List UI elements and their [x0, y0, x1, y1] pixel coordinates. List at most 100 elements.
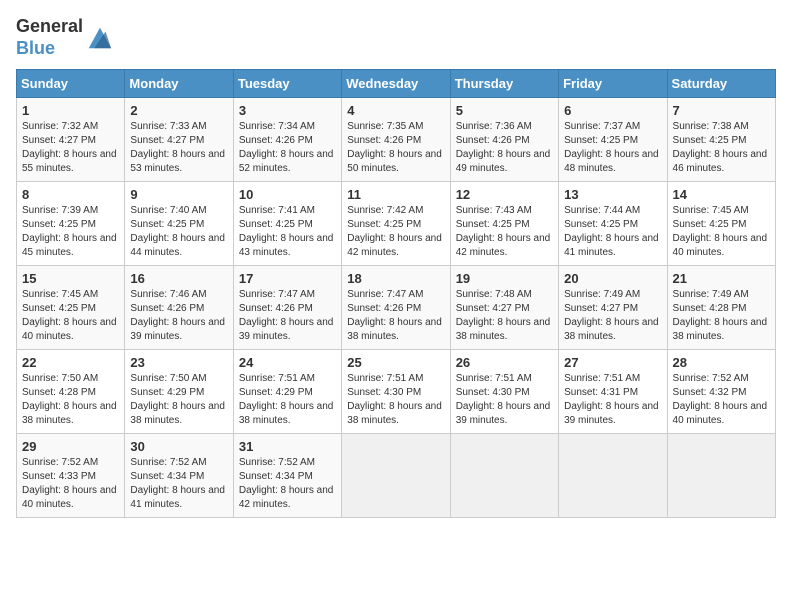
day-info: Sunrise: 7:48 AM Sunset: 4:27 PM Dayligh… [456, 288, 553, 344]
calendar-cell: 15 Sunrise: 7:45 AM Sunset: 4:25 PM Dayl… [17, 266, 125, 350]
calendar-week-row: 8 Sunrise: 7:39 AM Sunset: 4:25 PM Dayli… [17, 182, 776, 266]
calendar-cell: 24 Sunrise: 7:51 AM Sunset: 4:29 PM Dayl… [233, 350, 341, 434]
day-header-monday: Monday [125, 70, 233, 98]
calendar-cell: 20 Sunrise: 7:49 AM Sunset: 4:27 PM Dayl… [559, 266, 667, 350]
calendar-cell: 12 Sunrise: 7:43 AM Sunset: 4:25 PM Dayl… [450, 182, 558, 266]
day-number: 22 [22, 355, 119, 370]
day-info: Sunrise: 7:37 AM Sunset: 4:25 PM Dayligh… [564, 120, 661, 176]
day-info: Sunrise: 7:36 AM Sunset: 4:26 PM Dayligh… [456, 120, 553, 176]
day-info: Sunrise: 7:50 AM Sunset: 4:29 PM Dayligh… [130, 372, 227, 428]
day-header-friday: Friday [559, 70, 667, 98]
day-info: Sunrise: 7:52 AM Sunset: 4:32 PM Dayligh… [673, 372, 770, 428]
day-number: 31 [239, 439, 336, 454]
day-number: 23 [130, 355, 227, 370]
day-number: 8 [22, 187, 119, 202]
calendar-week-row: 22 Sunrise: 7:50 AM Sunset: 4:28 PM Dayl… [17, 350, 776, 434]
calendar-cell: 1 Sunrise: 7:32 AM Sunset: 4:27 PM Dayli… [17, 98, 125, 182]
day-header-saturday: Saturday [667, 70, 775, 98]
day-info: Sunrise: 7:35 AM Sunset: 4:26 PM Dayligh… [347, 120, 444, 176]
calendar-cell: 7 Sunrise: 7:38 AM Sunset: 4:25 PM Dayli… [667, 98, 775, 182]
day-info: Sunrise: 7:34 AM Sunset: 4:26 PM Dayligh… [239, 120, 336, 176]
day-info: Sunrise: 7:45 AM Sunset: 4:25 PM Dayligh… [673, 204, 770, 260]
day-number: 29 [22, 439, 119, 454]
day-info: Sunrise: 7:52 AM Sunset: 4:34 PM Dayligh… [130, 456, 227, 512]
day-header-sunday: Sunday [17, 70, 125, 98]
calendar-cell: 11 Sunrise: 7:42 AM Sunset: 4:25 PM Dayl… [342, 182, 450, 266]
day-info: Sunrise: 7:51 AM Sunset: 4:30 PM Dayligh… [347, 372, 444, 428]
day-number: 17 [239, 271, 336, 286]
day-number: 9 [130, 187, 227, 202]
day-number: 19 [456, 271, 553, 286]
calendar-cell: 28 Sunrise: 7:52 AM Sunset: 4:32 PM Dayl… [667, 350, 775, 434]
logo-icon [85, 24, 113, 52]
calendar-week-row: 15 Sunrise: 7:45 AM Sunset: 4:25 PM Dayl… [17, 266, 776, 350]
calendar-cell: 23 Sunrise: 7:50 AM Sunset: 4:29 PM Dayl… [125, 350, 233, 434]
day-info: Sunrise: 7:51 AM Sunset: 4:30 PM Dayligh… [456, 372, 553, 428]
calendar-cell: 16 Sunrise: 7:46 AM Sunset: 4:26 PM Dayl… [125, 266, 233, 350]
calendar-cell: 5 Sunrise: 7:36 AM Sunset: 4:26 PM Dayli… [450, 98, 558, 182]
day-number: 13 [564, 187, 661, 202]
day-number: 18 [347, 271, 444, 286]
calendar-cell: 6 Sunrise: 7:37 AM Sunset: 4:25 PM Dayli… [559, 98, 667, 182]
day-info: Sunrise: 7:39 AM Sunset: 4:25 PM Dayligh… [22, 204, 119, 260]
calendar-cell [667, 434, 775, 518]
day-number: 11 [347, 187, 444, 202]
day-info: Sunrise: 7:51 AM Sunset: 4:31 PM Dayligh… [564, 372, 661, 428]
day-info: Sunrise: 7:38 AM Sunset: 4:25 PM Dayligh… [673, 120, 770, 176]
calendar-cell: 4 Sunrise: 7:35 AM Sunset: 4:26 PM Dayli… [342, 98, 450, 182]
day-info: Sunrise: 7:40 AM Sunset: 4:25 PM Dayligh… [130, 204, 227, 260]
calendar-header-row: SundayMondayTuesdayWednesdayThursdayFrid… [17, 70, 776, 98]
day-info: Sunrise: 7:49 AM Sunset: 4:28 PM Dayligh… [673, 288, 770, 344]
day-number: 2 [130, 103, 227, 118]
day-number: 5 [456, 103, 553, 118]
day-number: 20 [564, 271, 661, 286]
day-number: 14 [673, 187, 770, 202]
day-number: 10 [239, 187, 336, 202]
calendar-table: SundayMondayTuesdayWednesdayThursdayFrid… [16, 69, 776, 518]
day-number: 6 [564, 103, 661, 118]
calendar-cell: 19 Sunrise: 7:48 AM Sunset: 4:27 PM Dayl… [450, 266, 558, 350]
calendar-cell [342, 434, 450, 518]
day-info: Sunrise: 7:45 AM Sunset: 4:25 PM Dayligh… [22, 288, 119, 344]
calendar-cell: 21 Sunrise: 7:49 AM Sunset: 4:28 PM Dayl… [667, 266, 775, 350]
calendar-cell: 30 Sunrise: 7:52 AM Sunset: 4:34 PM Dayl… [125, 434, 233, 518]
day-info: Sunrise: 7:44 AM Sunset: 4:25 PM Dayligh… [564, 204, 661, 260]
calendar-cell [559, 434, 667, 518]
day-header-thursday: Thursday [450, 70, 558, 98]
calendar-cell: 13 Sunrise: 7:44 AM Sunset: 4:25 PM Dayl… [559, 182, 667, 266]
day-number: 21 [673, 271, 770, 286]
day-number: 7 [673, 103, 770, 118]
day-number: 12 [456, 187, 553, 202]
day-number: 3 [239, 103, 336, 118]
day-number: 28 [673, 355, 770, 370]
logo: GeneralBlue [16, 16, 113, 59]
day-header-tuesday: Tuesday [233, 70, 341, 98]
calendar-cell: 18 Sunrise: 7:47 AM Sunset: 4:26 PM Dayl… [342, 266, 450, 350]
calendar-cell: 29 Sunrise: 7:52 AM Sunset: 4:33 PM Dayl… [17, 434, 125, 518]
day-info: Sunrise: 7:32 AM Sunset: 4:27 PM Dayligh… [22, 120, 119, 176]
calendar-cell: 14 Sunrise: 7:45 AM Sunset: 4:25 PM Dayl… [667, 182, 775, 266]
calendar-cell: 26 Sunrise: 7:51 AM Sunset: 4:30 PM Dayl… [450, 350, 558, 434]
calendar-cell: 31 Sunrise: 7:52 AM Sunset: 4:34 PM Dayl… [233, 434, 341, 518]
day-header-wednesday: Wednesday [342, 70, 450, 98]
calendar-week-row: 1 Sunrise: 7:32 AM Sunset: 4:27 PM Dayli… [17, 98, 776, 182]
calendar-cell: 17 Sunrise: 7:47 AM Sunset: 4:26 PM Dayl… [233, 266, 341, 350]
calendar-cell: 8 Sunrise: 7:39 AM Sunset: 4:25 PM Dayli… [17, 182, 125, 266]
day-info: Sunrise: 7:49 AM Sunset: 4:27 PM Dayligh… [564, 288, 661, 344]
day-info: Sunrise: 7:33 AM Sunset: 4:27 PM Dayligh… [130, 120, 227, 176]
day-number: 24 [239, 355, 336, 370]
day-number: 25 [347, 355, 444, 370]
day-number: 16 [130, 271, 227, 286]
calendar-cell [450, 434, 558, 518]
calendar-week-row: 29 Sunrise: 7:52 AM Sunset: 4:33 PM Dayl… [17, 434, 776, 518]
day-info: Sunrise: 7:50 AM Sunset: 4:28 PM Dayligh… [22, 372, 119, 428]
calendar-cell: 25 Sunrise: 7:51 AM Sunset: 4:30 PM Dayl… [342, 350, 450, 434]
calendar-cell: 3 Sunrise: 7:34 AM Sunset: 4:26 PM Dayli… [233, 98, 341, 182]
day-number: 30 [130, 439, 227, 454]
day-info: Sunrise: 7:51 AM Sunset: 4:29 PM Dayligh… [239, 372, 336, 428]
logo-text: GeneralBlue [16, 16, 83, 59]
day-info: Sunrise: 7:42 AM Sunset: 4:25 PM Dayligh… [347, 204, 444, 260]
day-info: Sunrise: 7:47 AM Sunset: 4:26 PM Dayligh… [347, 288, 444, 344]
calendar-cell: 2 Sunrise: 7:33 AM Sunset: 4:27 PM Dayli… [125, 98, 233, 182]
day-info: Sunrise: 7:43 AM Sunset: 4:25 PM Dayligh… [456, 204, 553, 260]
